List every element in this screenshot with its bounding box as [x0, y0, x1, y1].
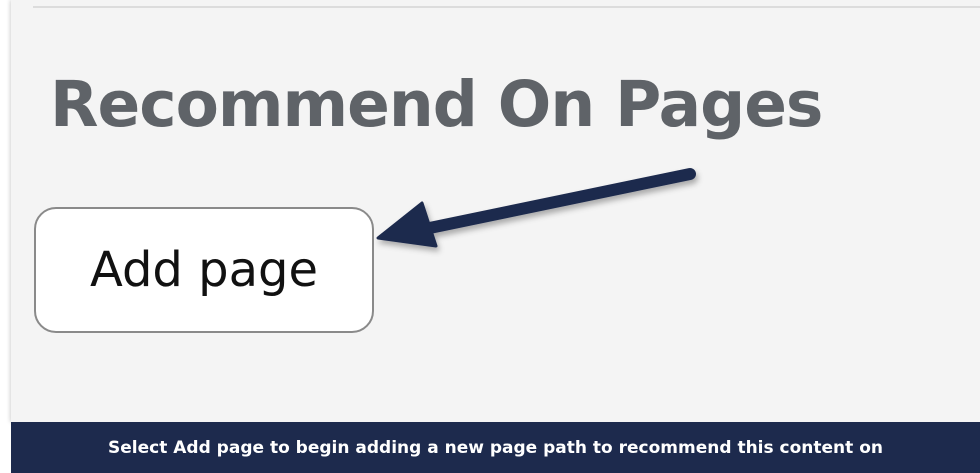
caption-text: Select Add page to begin adding a new pa… [108, 437, 883, 458]
panel-divider [33, 6, 980, 8]
add-page-button[interactable]: Add page [34, 207, 374, 333]
caption-bar: Select Add page to begin adding a new pa… [11, 422, 980, 473]
section-title: Recommend On Pages [50, 68, 823, 141]
